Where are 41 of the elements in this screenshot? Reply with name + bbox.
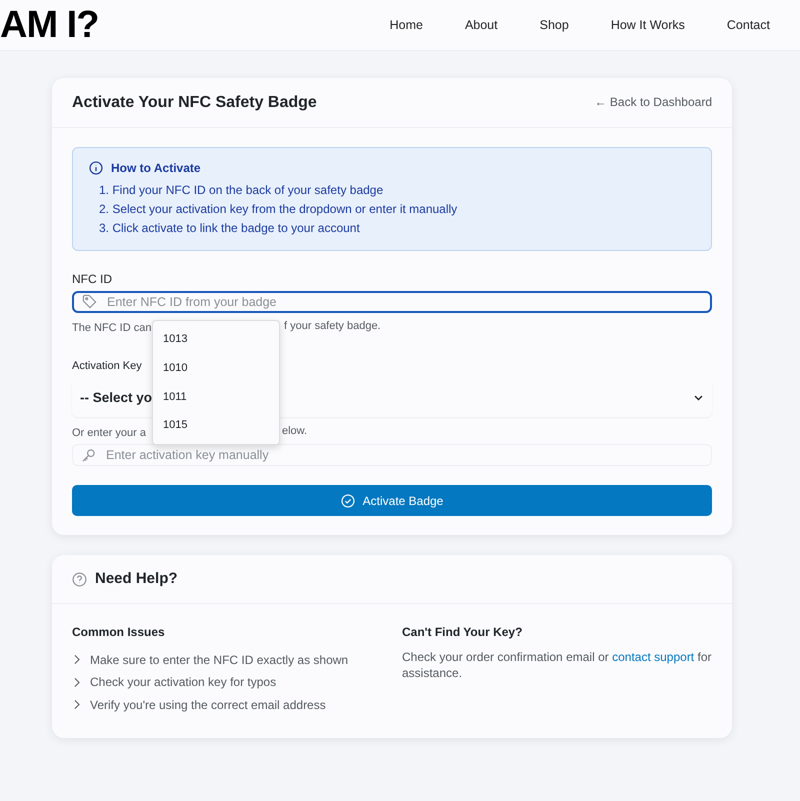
help-paragraph: Check your order confirmation email or contact support for assistance. xyxy=(402,648,712,682)
back-link[interactable]: ← Back to Dashboard xyxy=(594,94,712,111)
chevron-right-icon xyxy=(72,654,82,666)
info-icon xyxy=(89,161,103,176)
help-text: elow. xyxy=(282,424,308,438)
field-label: NFC ID xyxy=(72,272,112,286)
chevron-right-icon xyxy=(72,676,82,688)
section-title: Can't Find Your Key? xyxy=(402,624,524,641)
check-circle-icon xyxy=(340,494,355,508)
question-icon xyxy=(72,572,87,587)
logo[interactable]: AM I? xyxy=(0,6,98,44)
key-icon xyxy=(81,448,96,463)
nfc-id-field[interactable]: Enter NFC ID from your badge xyxy=(72,290,712,313)
section-title: Common Issues xyxy=(72,624,166,641)
help-text: f your safety badge. xyxy=(284,318,381,334)
instruction-step: 1. Find your NFC ID on the back of your safety badge xyxy=(89,180,695,200)
contact-support-link[interactable]: contact support xyxy=(612,650,694,664)
help-text: Or enter your a xyxy=(72,426,146,440)
field-label: Activation Key xyxy=(72,358,142,374)
nav-link-item[interactable]: About xyxy=(464,16,498,34)
info-title: How to Activate xyxy=(111,160,201,176)
activation-key-field[interactable]: Enter activation key manually xyxy=(72,444,712,466)
chevron-right-icon xyxy=(72,699,82,710)
instruction-step: 2. Select your activation key from the dropdown or enter it manually xyxy=(89,199,695,219)
card-title: Activate Your NFC Safety Badge xyxy=(72,92,317,112)
nav-link-item[interactable]: Home xyxy=(390,16,423,34)
tag-icon xyxy=(82,294,97,310)
nav-link-item[interactable]: How It Works xyxy=(610,16,685,34)
help-text: The NFC ID can xyxy=(72,320,152,336)
activation-key-input[interactable]: Enter activation key manually xyxy=(104,446,703,465)
suggestion-item[interactable]: 1011 xyxy=(153,382,279,412)
activate-button[interactable]: Activate Badge xyxy=(72,485,712,516)
issue-text: Verify you're using the correct email address xyxy=(90,696,326,713)
suggestion-item[interactable]: 1013 xyxy=(153,324,279,354)
issue-text: Make sure to enter the NFC ID exactly as shown xyxy=(90,652,348,668)
card-title: Need Help? xyxy=(95,570,178,588)
nav-link-item[interactable]: Shop xyxy=(540,16,569,34)
issue-text: Check your activation key for typos xyxy=(90,674,276,690)
nfc-id-input[interactable]: Enter NFC ID from your badge xyxy=(105,292,702,312)
instruction-step: 3. Click activate to link the badge to your account xyxy=(89,218,695,238)
nav-link-item[interactable]: Contact xyxy=(726,16,770,34)
